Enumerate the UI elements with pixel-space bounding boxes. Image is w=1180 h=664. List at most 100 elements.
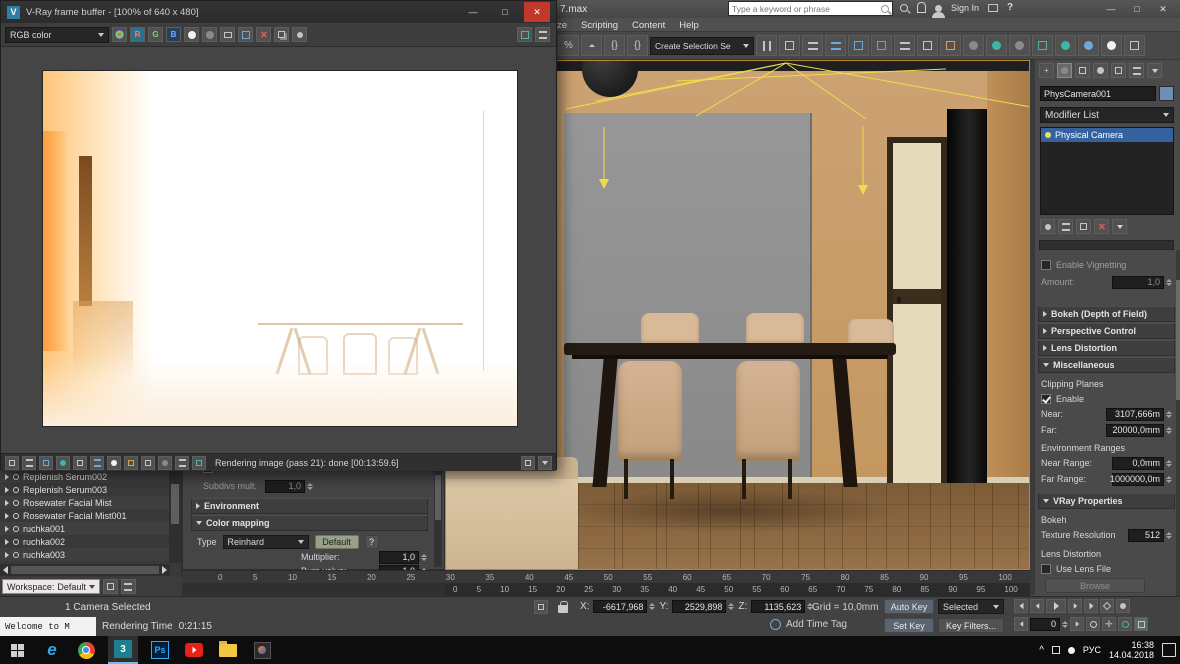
workspace-dropdown[interactable]: Workspace: Default — [2, 579, 100, 594]
modifier-list-dropdown[interactable]: Modifier List — [1040, 107, 1174, 123]
list-item[interactable]: ruchka001 — [0, 522, 169, 535]
z-coordinate-field[interactable]: 1135,623 — [751, 600, 805, 613]
expand-arrow-icon[interactable] — [5, 474, 9, 480]
modifier-stack-item[interactable]: Physical Camera — [1055, 130, 1123, 140]
clipping-enable-checkbox[interactable] — [1041, 394, 1051, 404]
action-center-icon[interactable] — [1162, 643, 1176, 657]
vfb-footer-icon[interactable] — [124, 456, 138, 470]
duplicate-to-host-icon[interactable] — [274, 27, 289, 42]
vfb-footer-icon[interactable] — [175, 456, 189, 470]
near-field[interactable]: 3107,666m — [1106, 408, 1164, 421]
browse-icon[interactable] — [900, 4, 908, 12]
render-iterative-icon[interactable] — [1078, 35, 1099, 56]
schematic-view-icon[interactable] — [871, 35, 892, 56]
tab-motion[interactable] — [1093, 63, 1108, 78]
vfb-footer-icon[interactable] — [90, 456, 104, 470]
pin-stack-icon[interactable] — [1040, 219, 1055, 234]
search-icon[interactable] — [881, 5, 889, 13]
stamp-icon[interactable] — [535, 27, 550, 42]
menu-customize[interactable]: ze — [557, 20, 567, 31]
render-in-cloud-icon[interactable] — [1101, 35, 1122, 56]
rollout-color-mapping[interactable]: Color mapping — [191, 515, 428, 531]
vfb-close-button[interactable]: ✕ — [524, 2, 550, 22]
taskbar-photoshop-icon[interactable]: Ps — [148, 638, 172, 662]
near-range-field[interactable]: 0,0mm — [1112, 457, 1164, 470]
vfb-footer-icon[interactable] — [107, 456, 121, 470]
array-icon[interactable] — [940, 35, 961, 56]
vfb-footer-icon[interactable] — [5, 456, 19, 470]
vfb-footer-icon[interactable] — [192, 456, 206, 470]
red-channel-icon[interactable]: R — [130, 27, 145, 42]
list-item[interactable]: Rosewater Facial Mist001 — [0, 509, 169, 522]
welcome-window[interactable]: Welcome to M — [0, 617, 96, 636]
help-icon[interactable]: ? — [1007, 2, 1013, 13]
mirror-icon[interactable] — [756, 35, 777, 56]
expand-arrow-icon[interactable] — [5, 500, 9, 506]
maximize-button[interactable]: □ — [1124, 1, 1150, 17]
minimize-button[interactable]: — — [1098, 1, 1124, 17]
vfb-dock-icon[interactable] — [521, 456, 535, 470]
communication-icon[interactable] — [988, 4, 998, 12]
monochrome-icon[interactable] — [184, 27, 199, 42]
channel-dropdown[interactable]: RGB color — [5, 27, 109, 43]
search-box[interactable] — [728, 1, 893, 16]
rollout-lens-distortion[interactable]: Lens Distortion — [1038, 340, 1175, 356]
tab-more[interactable] — [1147, 63, 1162, 78]
add-time-tag[interactable]: Add Time Tag — [786, 619, 847, 630]
layer-explorer-icon[interactable] — [802, 35, 823, 56]
rollout-bokeh[interactable]: Bokeh (Depth of Field) — [1038, 306, 1175, 322]
auto-key-button[interactable]: Auto Key — [884, 599, 934, 614]
green-channel-icon[interactable]: G — [148, 27, 163, 42]
configure-modifier-sets-icon[interactable] — [1112, 219, 1127, 234]
list-item[interactable]: Replenish Serum003 — [0, 483, 169, 496]
go-to-end-button[interactable] — [1084, 599, 1098, 613]
rollout-vray-properties[interactable]: VRay Properties — [1038, 493, 1175, 509]
taskbar-app-icon[interactable] — [250, 638, 274, 662]
object-color-swatch[interactable] — [1159, 86, 1174, 101]
key-filters-button[interactable]: Key Filters... — [938, 618, 1004, 633]
show-end-result-icon[interactable] — [1058, 219, 1073, 234]
track-mouse-icon[interactable] — [292, 27, 307, 42]
explorer-vscrollbar[interactable] — [169, 470, 181, 563]
user-icon[interactable] — [935, 5, 942, 12]
expand-arrow-icon[interactable] — [5, 487, 9, 493]
rendered-frame-window-icon[interactable] — [1032, 35, 1053, 56]
frame-forward-button[interactable] — [1070, 617, 1084, 631]
vfb-footer-icon[interactable] — [73, 456, 87, 470]
vfb-maximize-button[interactable]: □ — [492, 2, 518, 22]
browse-button[interactable]: Browse — [1045, 578, 1145, 593]
bell-icon[interactable] — [917, 2, 926, 13]
search-input[interactable] — [732, 4, 872, 14]
align-icon[interactable] — [779, 35, 800, 56]
tab-hierarchy[interactable] — [1075, 63, 1090, 78]
view-alpha-icon[interactable] — [202, 27, 217, 42]
multiplier-field[interactable]: 1,0 — [379, 551, 419, 564]
far-field[interactable]: 20000,0mm — [1106, 424, 1164, 437]
menu-content[interactable]: Content — [632, 20, 665, 31]
menu-scripting[interactable]: Scripting — [581, 20, 618, 31]
track-bar[interactable]: 0510152025303540455055606570758085909510… — [445, 583, 1030, 596]
x-coordinate-field[interactable]: -6617,968 — [593, 600, 647, 613]
list-item[interactable]: Replenish Serum002 — [0, 470, 169, 483]
expand-arrow-icon[interactable] — [5, 513, 9, 519]
expand-arrow-icon[interactable] — [5, 552, 9, 558]
named-views-icon[interactable] — [917, 35, 938, 56]
far-range-field[interactable]: 1000000,0m — [1112, 473, 1164, 486]
explorer-hscrollbar[interactable] — [0, 564, 170, 576]
expand-arrow-icon[interactable] — [5, 539, 9, 545]
object-name-field[interactable]: PhysCamera001 — [1040, 86, 1156, 101]
use-lens-file-checkbox[interactable] — [1041, 564, 1051, 574]
language-indicator[interactable]: РУС — [1083, 645, 1101, 655]
list-item[interactable]: Rosewater Facial Mist — [0, 496, 169, 509]
taskbar-explorer-icon[interactable] — [216, 638, 240, 662]
set-key-button[interactable]: Set Key — [884, 618, 934, 633]
render-production-icon[interactable] — [1055, 35, 1076, 56]
blue-channel-icon[interactable]: B — [166, 27, 181, 42]
region-render-icon[interactable] — [517, 27, 532, 42]
clear-image-icon[interactable] — [256, 27, 271, 42]
menu-help[interactable]: Help — [679, 20, 699, 31]
vfb-titlebar[interactable]: V V-Ray frame buffer - [100% of 640 x 48… — [1, 1, 556, 23]
curve-editor-icon[interactable] — [848, 35, 869, 56]
vfb-minimize-button[interactable]: — — [460, 2, 486, 22]
list-item[interactable]: ruchka002 — [0, 535, 169, 548]
